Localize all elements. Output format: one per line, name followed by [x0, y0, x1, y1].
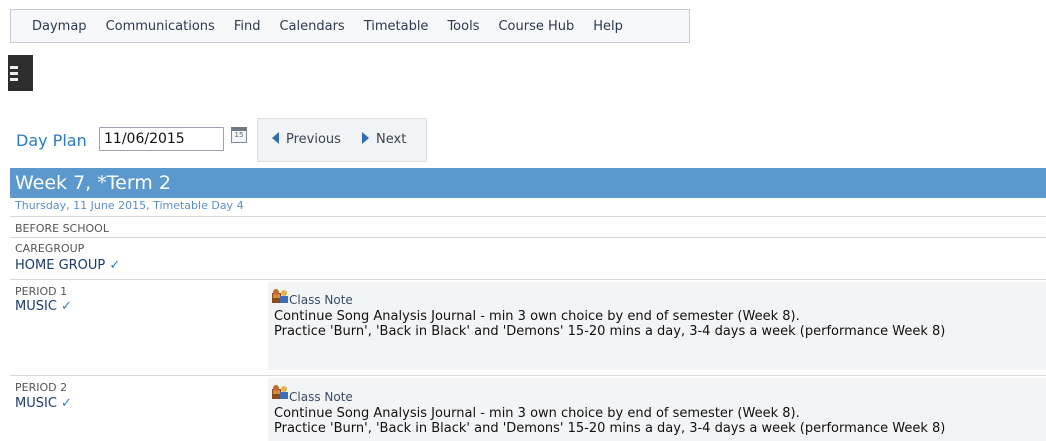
period-1-class-note: Class Note Continue Song Analysis Journa…	[268, 282, 1046, 370]
divider	[10, 279, 1046, 280]
next-button[interactable]: Next	[362, 132, 406, 147]
menu-help[interactable]: Help	[593, 19, 623, 34]
menu-communications[interactable]: Communications	[106, 19, 215, 34]
class-note-line-1: Continue Song Analysis Journal - min 3 o…	[274, 406, 800, 421]
arrow-left-icon	[272, 132, 279, 144]
class-note-icon	[272, 289, 288, 303]
class-note-icon	[272, 385, 288, 399]
period-1-subject[interactable]: MUSIC ✓	[15, 299, 72, 314]
check-icon: ✓	[109, 258, 121, 273]
day-subtitle: Thursday, 11 June 2015, Timetable Day 4	[15, 199, 244, 212]
date-input[interactable]	[99, 127, 224, 151]
menu-course-hub[interactable]: Course Hub	[498, 19, 574, 34]
arrow-right-icon	[362, 132, 369, 144]
check-icon: ✓	[61, 299, 72, 314]
calendar-icon[interactable]: 15	[231, 127, 247, 143]
period-1-label: PERIOD 1	[15, 285, 68, 298]
menu-daymap[interactable]: Daymap	[32, 19, 87, 34]
period-2-subject[interactable]: MUSIC ✓	[15, 396, 72, 411]
divider	[10, 375, 1046, 376]
period-1-subject-label: MUSIC	[15, 299, 57, 314]
class-note-line-2: Practice 'Burn', 'Back in Black' and 'De…	[274, 324, 946, 339]
hamburger-icon[interactable]	[8, 55, 33, 91]
check-icon: ✓	[61, 396, 72, 411]
divider	[10, 216, 1046, 217]
menu-find[interactable]: Find	[234, 19, 261, 34]
caregroup-label: CAREGROUP	[15, 242, 85, 255]
main-menu-bar: Daymap Communications Find Calendars Tim…	[10, 9, 690, 43]
class-note-title[interactable]: Class Note	[289, 293, 353, 307]
period-2-label: PERIOD 2	[15, 381, 68, 394]
day-plan-label: Day Plan	[16, 131, 87, 150]
period-2-subject-label: MUSIC	[15, 396, 57, 411]
previous-button[interactable]: Previous	[272, 132, 341, 147]
menu-timetable[interactable]: Timetable	[364, 19, 429, 34]
class-note-line-1: Continue Song Analysis Journal - min 3 o…	[274, 309, 800, 324]
divider	[10, 237, 1046, 238]
calendar-icon-day: 15	[234, 131, 244, 139]
next-label: Next	[376, 132, 407, 147]
before-school-label: BEFORE SCHOOL	[15, 222, 109, 235]
menu-tools[interactable]: Tools	[447, 19, 479, 34]
menu-calendars[interactable]: Calendars	[279, 19, 344, 34]
class-note-title[interactable]: Class Note	[289, 390, 353, 404]
home-group-subject[interactable]: HOME GROUP ✓	[15, 258, 120, 273]
period-2-class-note: Class Note Continue Song Analysis Journa…	[268, 378, 1046, 441]
week-header: Week 7, *Term 2	[10, 168, 1046, 198]
date-navigation: Previous Next	[257, 118, 427, 162]
class-note-line-2: Practice 'Burn', 'Back in Black' and 'De…	[274, 421, 946, 436]
home-group-label: HOME GROUP	[15, 258, 106, 273]
previous-label: Previous	[286, 132, 341, 147]
